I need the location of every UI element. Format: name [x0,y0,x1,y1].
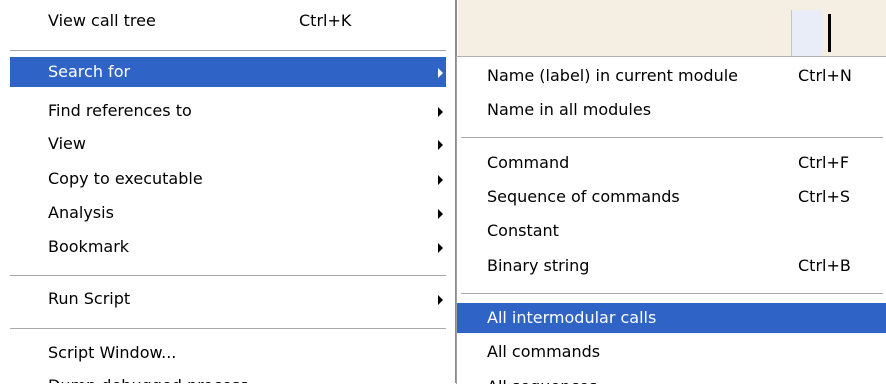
menu-item-label: Dump debugged process [48,371,248,383]
submenu-arrow-icon [438,209,443,219]
menu-item-bookmark[interactable]: Bookmark [0,232,455,262]
submenu-item-sequence-of-commands[interactable]: Sequence of commands Ctrl+S [457,182,886,212]
menu-item-script-window[interactable]: Script Window... [0,338,455,368]
submenu-separator [461,293,883,295]
submenu-item-label: Binary string [487,256,590,275]
submenu-item-label: All intermodular calls [487,308,657,327]
menu-item-find-references[interactable]: Find references to [0,96,455,126]
submenu-item-label: Constant [487,221,559,240]
submenu-item-label: All commands [487,342,601,361]
submenu-arrow-icon [438,175,443,185]
submenu-item-name-all-modules[interactable]: Name in all modules [457,95,886,125]
menu-item-label: View [48,134,86,153]
search-for-submenu: Name (label) in current module Ctrl+N Na… [456,56,886,384]
menu-separator [10,275,446,277]
submenu-item-constant[interactable]: Constant [457,216,886,246]
submenu-item-shortcut: Ctrl+S [798,187,851,206]
submenu-item-name-current-module[interactable]: Name (label) in current module Ctrl+N [457,61,886,91]
submenu-arrow-icon [438,140,443,150]
submenu-item-label: Name in all modules [487,100,652,119]
menu-item-label: Copy to executable [48,169,203,188]
submenu-item-label: Name (label) in current module [487,66,738,85]
menu-item-copy-to-executable[interactable]: Copy to executable [0,164,455,194]
menu-separator [10,328,446,330]
submenu-item-label: Command [487,153,570,172]
menu-item-label: Search for [48,62,131,81]
menu-item-search-for[interactable]: Search for [10,57,446,87]
submenu-arrow-icon [438,243,443,253]
submenu-arrow-icon [438,68,443,78]
submenu-arrow-icon [438,107,443,117]
submenu-item-label: Sequence of commands [487,187,680,206]
menu-item-view[interactable]: View [0,129,455,159]
menu-item-dump-debugged-process[interactable]: Dump debugged process [0,371,455,383]
menu-item-label: Run Script [48,289,131,308]
submenu-item-command[interactable]: Command Ctrl+F [457,148,886,178]
menu-separator [10,50,446,52]
submenu-item-shortcut: Ctrl+F [798,153,850,172]
submenu-arrow-icon [438,295,443,305]
submenu-item-all-intermodular-calls[interactable]: All intermodular calls [457,303,886,333]
submenu-item-shortcut: Ctrl+N [798,66,852,85]
menu-item-run-script[interactable]: Run Script [0,284,455,314]
menu-item-label: Script Window... [48,343,177,362]
submenu-item-shortcut: Ctrl+B [798,256,851,275]
submenu-separator [461,137,883,139]
submenu-item-label: All sequences [487,372,597,384]
submenu-item-all-sequences[interactable]: All sequences [457,372,886,384]
menu-item-shortcut: Ctrl+K [299,11,352,30]
menu-item-label: View call tree [48,11,156,30]
menu-item-view-call-tree[interactable]: View call tree Ctrl+K [0,6,455,36]
submenu-item-binary-string[interactable]: Binary string Ctrl+B [457,251,886,281]
background-scrollbar [791,10,822,56]
menu-item-label: Analysis [48,203,114,222]
menu-item-label: Bookmark [48,237,130,256]
menu-item-label: Find references to [48,101,192,120]
submenu-item-all-commands[interactable]: All commands [457,337,886,367]
menu-item-analysis[interactable]: Analysis [0,198,455,228]
text-caret [828,14,831,52]
context-menu: View call tree Ctrl+K Search for Find re… [0,0,457,383]
